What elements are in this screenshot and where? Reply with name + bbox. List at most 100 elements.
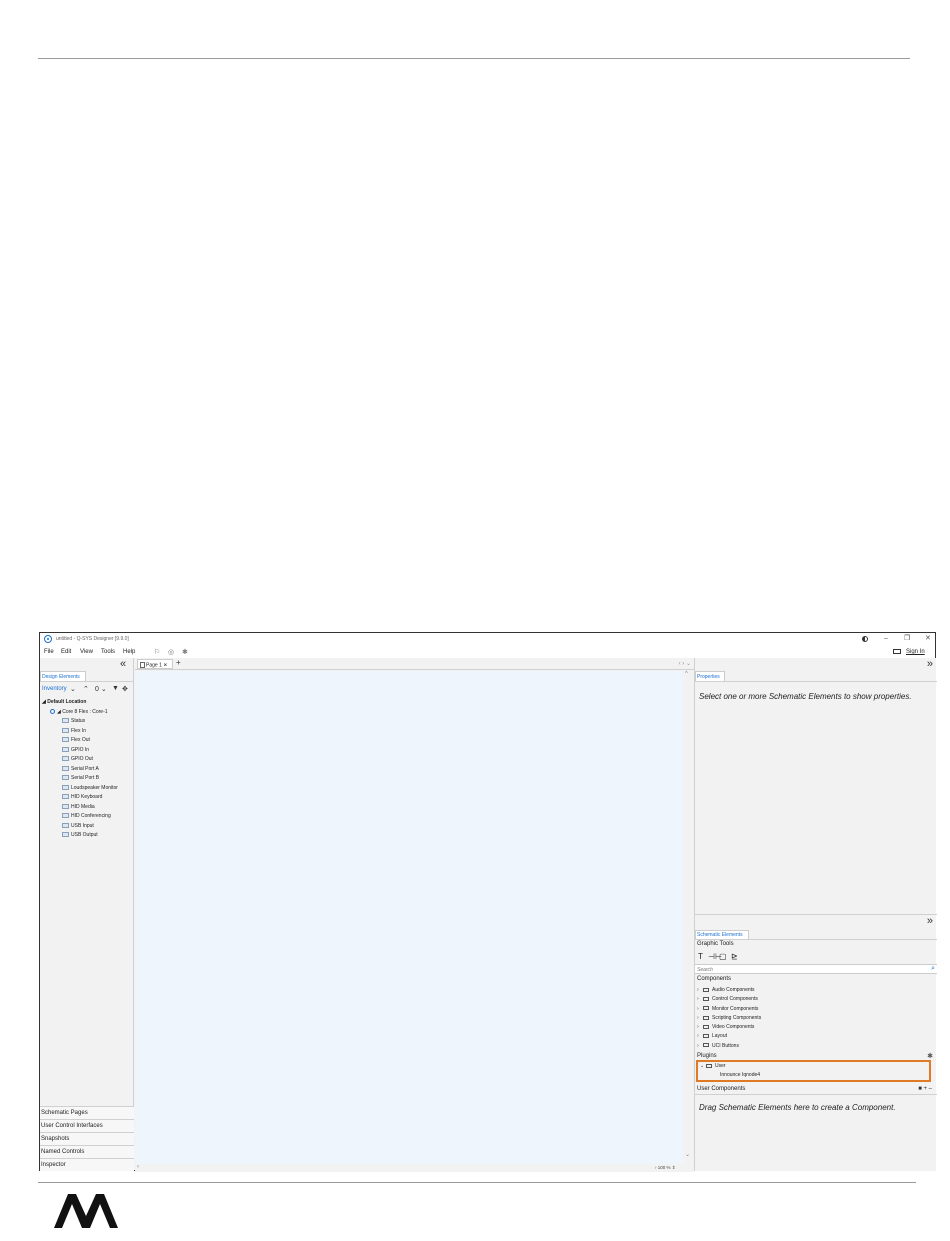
list-item[interactable]: GPIO Out: [42, 755, 134, 765]
list-item[interactable]: › Monitor Components: [697, 1005, 933, 1014]
add-page-button[interactable]: +: [176, 658, 181, 667]
folder-icon: [703, 1006, 709, 1011]
tab-schematic-pages[interactable]: Schematic Pages: [40, 1106, 134, 1119]
collapse-left-panel-button[interactable]: «: [120, 658, 126, 670]
zoom-level[interactable]: › 100 % ⇕: [655, 1165, 676, 1171]
restore-button[interactable]: ❐: [904, 635, 910, 643]
collapse-all-icon[interactable]: ⌃: [83, 685, 89, 693]
list-item[interactable]: › Video Components: [697, 1023, 933, 1032]
list-item[interactable]: Loudspeaker Monitor: [42, 784, 134, 794]
list-item-label: HID Media: [71, 803, 95, 810]
list-item-label: Loudspeaker Monitor: [71, 784, 118, 791]
scroll-left-icon[interactable]: ‹: [137, 1164, 139, 1170]
list-item[interactable]: Flex Out: [42, 736, 134, 746]
list-item[interactable]: › Layout: [697, 1032, 933, 1041]
add-inventory-icon[interactable]: ✥: [122, 685, 128, 693]
list-item[interactable]: HID Conferencing: [42, 812, 134, 822]
inventory-label[interactable]: Inventory: [42, 686, 67, 692]
list-item-label: USB Input: [71, 822, 94, 829]
emulate-icon[interactable]: ⚐: [154, 648, 160, 656]
horizontal-scrollbar[interactable]: ‹ › 100 % ⇕: [135, 1164, 694, 1172]
plugin-item[interactable]: Innounce Iqnode4: [720, 1072, 760, 1078]
tree-core[interactable]: ◢ Core 8 Flex : Core-1: [42, 708, 134, 718]
account-icon[interactable]: [893, 649, 901, 654]
search-icon[interactable]: ⌕: [931, 965, 935, 973]
list-item[interactable]: GPIO In: [42, 746, 134, 756]
page-tab-bar: Page 1 ✕ + ‹ › ⌄: [135, 658, 694, 670]
close-tab-icon[interactable]: ✕: [163, 662, 167, 668]
list-item[interactable]: › UCI Buttons: [697, 1042, 933, 1051]
inventory-count-dropdown[interactable]: 0 ⌄: [95, 685, 107, 693]
qsys-designer-window: untitled - Q-SYS Designer [9.9.0] – ❐ ✕ …: [39, 632, 937, 1172]
menu-tools[interactable]: Tools: [101, 649, 115, 655]
collapse-schematic-elements-button[interactable]: »: [927, 915, 933, 927]
list-item[interactable]: USB Output: [42, 831, 134, 841]
collapse-right-panel-button[interactable]: »: [927, 658, 933, 670]
core-manager-icon[interactable]: ✱: [182, 648, 188, 656]
search-input[interactable]: [697, 966, 917, 973]
tree-core-label: ◢ Core 8 Flex : Core-1: [57, 708, 108, 715]
expand-all-icon[interactable]: ⌄: [70, 685, 76, 693]
scroll-down-icon[interactable]: ⌄: [685, 1151, 690, 1158]
plugins-label: Plugins: [697, 1053, 717, 1059]
tab-page-1[interactable]: Page 1 ✕: [137, 659, 173, 669]
tab-schematic-elements[interactable]: Schematic Elements: [695, 930, 749, 939]
page-icon: [140, 662, 145, 668]
page-nav-arrows[interactable]: ‹ › ⌄: [679, 660, 691, 667]
list-item[interactable]: Status: [42, 717, 134, 727]
tab-snapshots[interactable]: Snapshots: [40, 1132, 134, 1145]
user-components-toolbar[interactable]: ■ + –: [918, 1086, 932, 1092]
tab-properties[interactable]: Properties: [695, 671, 725, 681]
list-item[interactable]: › Control Components: [697, 995, 933, 1004]
list-item-label: Audio Components: [712, 987, 755, 993]
image-tool-icon[interactable]: ⊵: [731, 952, 738, 961]
vertical-scrollbar[interactable]: ^ ⌄: [683, 671, 694, 1164]
list-item[interactable]: HID Keyboard: [42, 793, 134, 803]
component-icon: [62, 813, 69, 819]
filter-icon[interactable]: ▼: [112, 685, 119, 692]
scroll-up-icon[interactable]: ^: [685, 671, 688, 677]
list-item[interactable]: Flex In: [42, 727, 134, 737]
menu-view[interactable]: View: [80, 649, 93, 655]
component-icon: [62, 746, 69, 752]
schematic-canvas[interactable]: [135, 671, 683, 1164]
inventory-tree: ◢ Default Location ◢ Core 8 Flex : Core-…: [42, 698, 134, 841]
menu-file[interactable]: File: [44, 649, 54, 655]
list-item-label: Control Components: [712, 996, 758, 1003]
sign-in-link[interactable]: Sign In: [906, 649, 925, 655]
menu-edit[interactable]: Edit: [61, 649, 71, 655]
tab-user-control-interfaces[interactable]: User Control Interfaces: [40, 1119, 134, 1132]
list-item[interactable]: Serial Port B: [42, 774, 134, 784]
list-item[interactable]: HID Media: [42, 803, 134, 813]
plugin-folder-user[interactable]: ⌄ User: [700, 1063, 726, 1069]
list-item-label: Video Components: [712, 1024, 755, 1031]
box-tool-icon[interactable]: ▢: [719, 952, 727, 961]
list-item[interactable]: Serial Port A: [42, 765, 134, 775]
user-components-message: Drag Schematic Elements here to create a…: [699, 1103, 896, 1112]
folder-icon: [703, 987, 709, 992]
list-item[interactable]: USB Input: [42, 822, 134, 832]
panel-splitter[interactable]: [695, 914, 937, 915]
menu-bar: File Edit View Tools Help ⚐ ◎ ✱ Sign In: [40, 646, 935, 658]
list-item[interactable]: › Scripting Components: [697, 1014, 933, 1023]
list-item-label: Flex In: [71, 727, 87, 734]
search-bar: ⌕: [695, 964, 937, 974]
menu-help[interactable]: Help: [123, 649, 135, 655]
tab-inspector[interactable]: Inspector: [40, 1158, 134, 1171]
left-panel-footer: Schematic Pages User Control Interfaces …: [40, 1106, 134, 1171]
tab-named-controls[interactable]: Named Controls: [40, 1145, 134, 1158]
gear-icon[interactable]: ✱: [927, 1052, 933, 1060]
left-panel-divider: [40, 681, 134, 682]
text-tool-icon[interactable]: T: [698, 952, 703, 961]
contrast-icon[interactable]: [862, 636, 868, 642]
deploy-icon[interactable]: ◎: [168, 648, 174, 656]
close-button[interactable]: ✕: [925, 635, 931, 643]
tab-design-elements[interactable]: Design Elements: [40, 671, 86, 681]
list-item-label: HID Conferencing: [71, 813, 111, 819]
minimize-button[interactable]: –: [884, 635, 888, 643]
list-item[interactable]: › Audio Components: [697, 986, 933, 995]
component-icon: [62, 727, 69, 733]
list-item-label: USB Output: [71, 832, 98, 838]
components-label: Components: [697, 976, 732, 982]
tree-default-location[interactable]: ◢ Default Location: [42, 698, 134, 708]
